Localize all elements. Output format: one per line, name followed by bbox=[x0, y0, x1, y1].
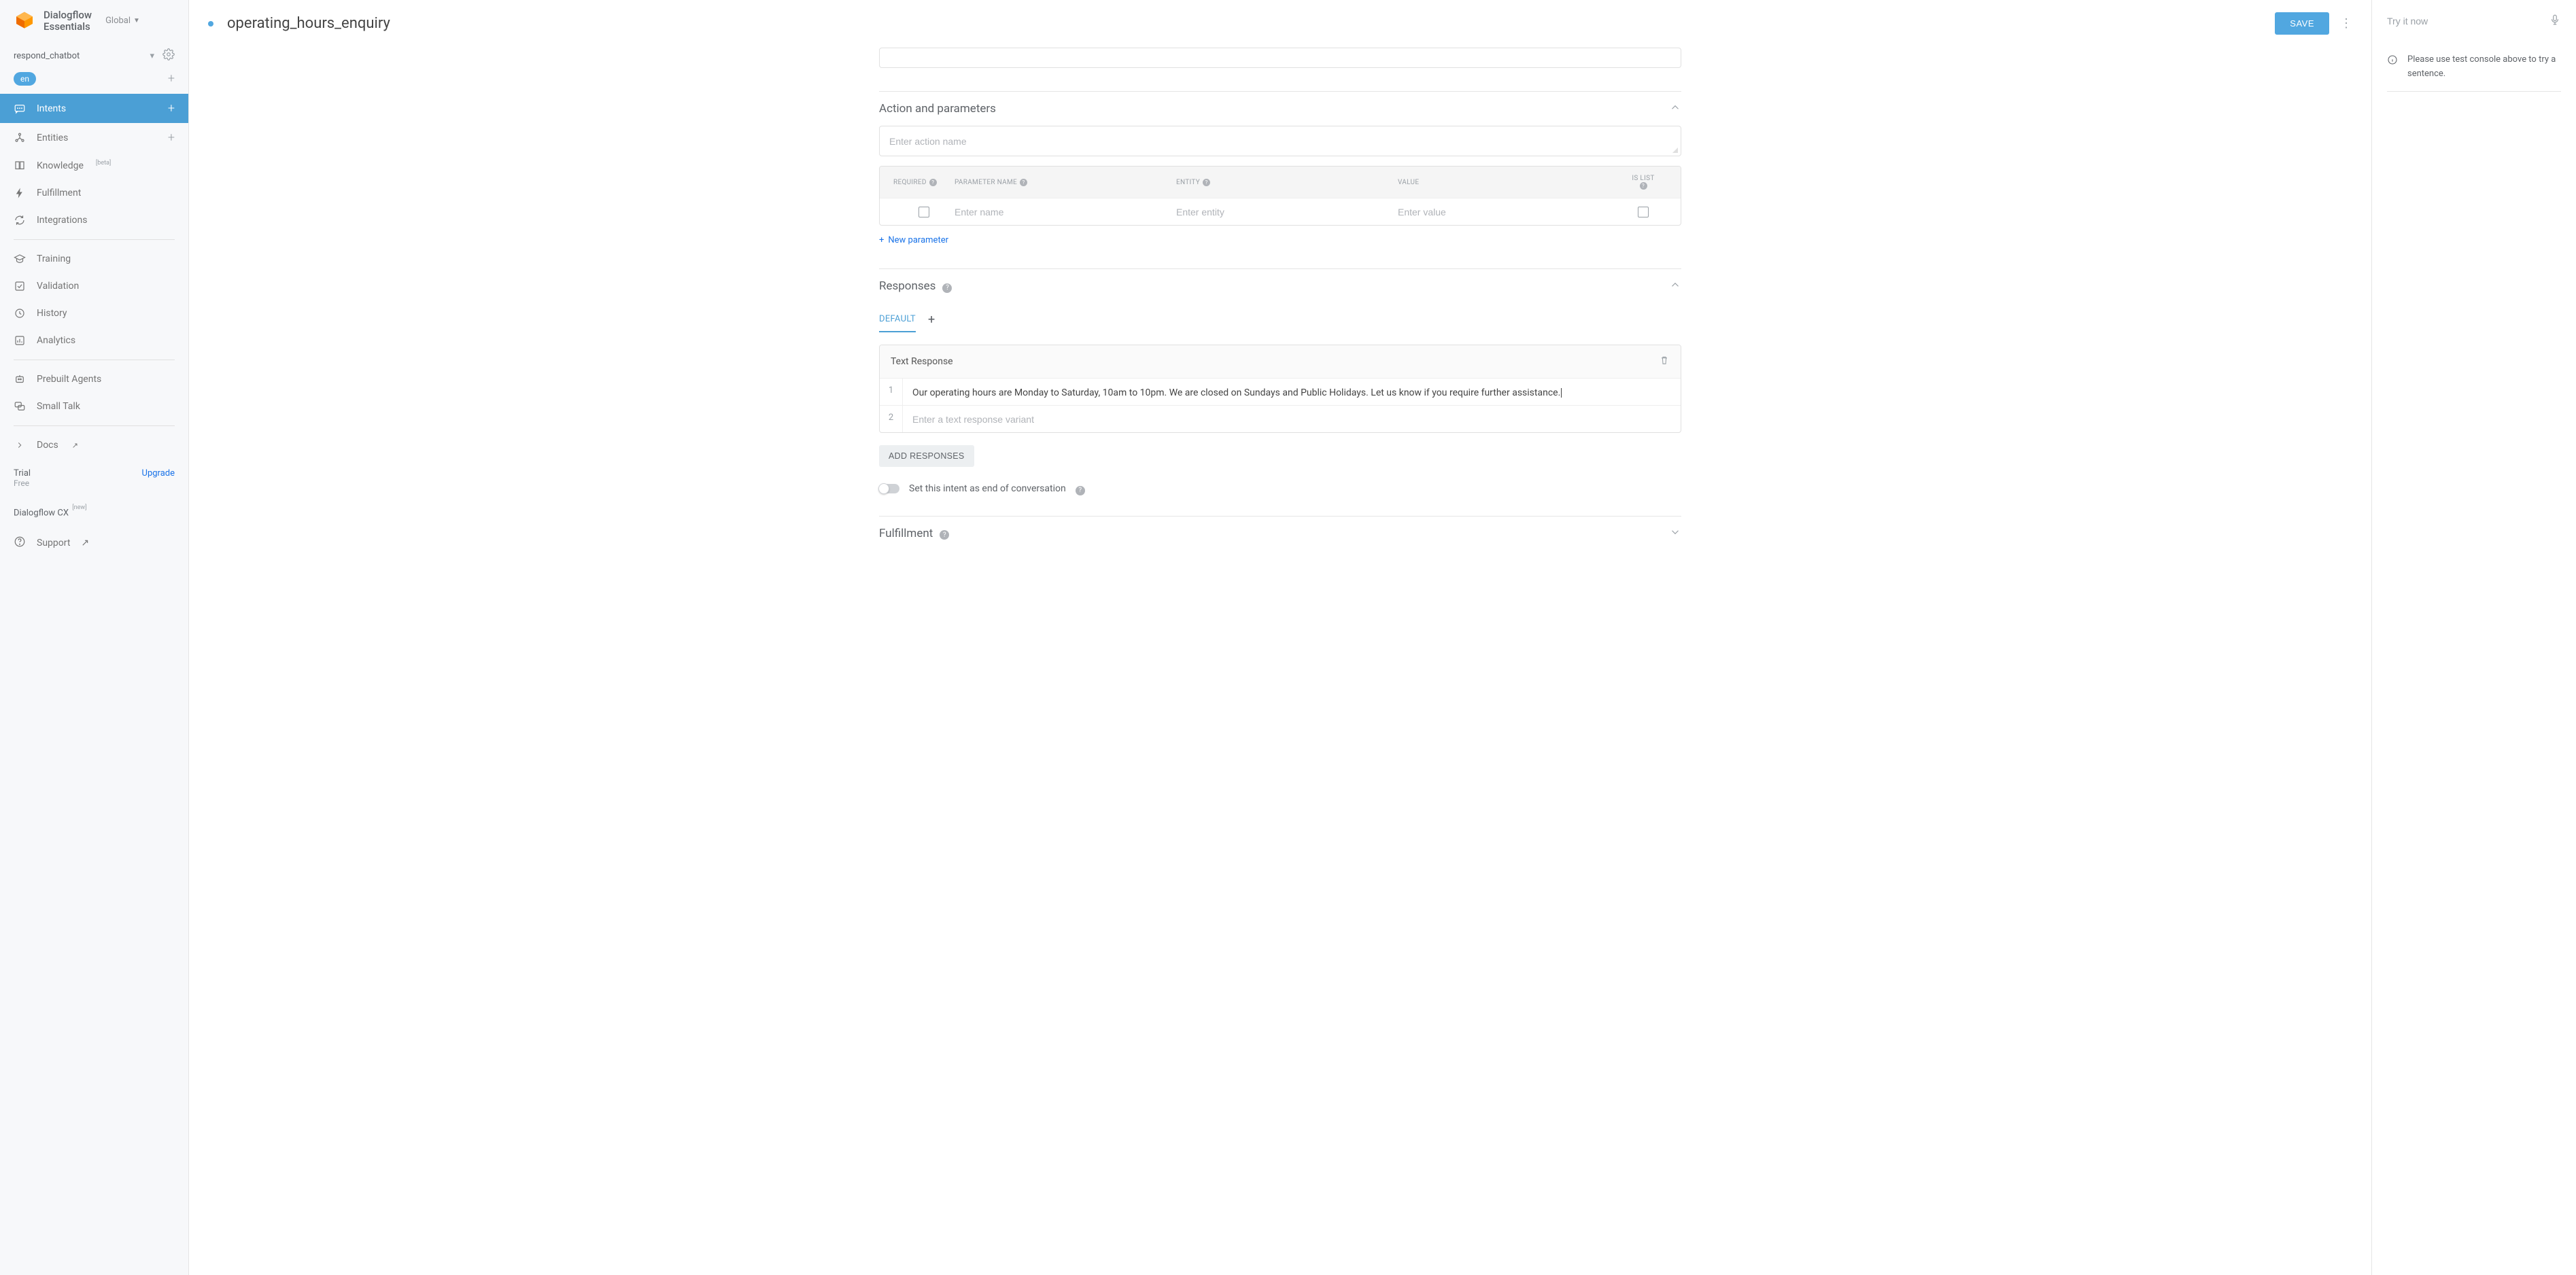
help-icon[interactable]: ? bbox=[929, 179, 937, 186]
action-name-input[interactable] bbox=[889, 136, 1671, 147]
param-name-input[interactable] bbox=[955, 207, 1176, 217]
responses-heading: Responses bbox=[879, 279, 935, 293]
text-response-row-1[interactable]: 1 Our operating hours are Monday to Satu… bbox=[880, 379, 1681, 406]
help-icon[interactable]: ? bbox=[940, 527, 949, 540]
test-console-hint: Please use test console above to try a s… bbox=[2407, 53, 2561, 82]
nav-analytics[interactable]: Analytics bbox=[0, 327, 188, 354]
collapse-icon[interactable] bbox=[1669, 279, 1681, 294]
beta-badge: [beta] bbox=[96, 160, 111, 167]
add-responses-button[interactable]: ADD RESPONSES bbox=[879, 445, 974, 467]
nav-validation[interactable]: Validation bbox=[0, 273, 188, 300]
row-number: 2 bbox=[880, 406, 903, 432]
more-menu-icon[interactable]: ⋮ bbox=[2340, 16, 2352, 31]
new-parameter-button[interactable]: + New parameter bbox=[879, 226, 948, 255]
robot-icon bbox=[14, 373, 26, 385]
params-header: REQUIRED? PARAMETER NAME? ENTITY? VALUE … bbox=[880, 167, 1681, 198]
nav-entities[interactable]: Entities + bbox=[0, 123, 188, 152]
chat-icon bbox=[14, 103, 26, 115]
help-circle-icon bbox=[14, 536, 26, 551]
training-phrases-card-partial[interactable] bbox=[879, 48, 1681, 68]
nav-prebuilt-agents[interactable]: Prebuilt Agents bbox=[0, 366, 188, 393]
agent-selector-caret-icon[interactable]: ▾ bbox=[150, 51, 154, 61]
global-selector[interactable]: Global ▼ bbox=[105, 16, 140, 26]
new-badge: [new] bbox=[72, 504, 86, 511]
collapse-icon[interactable] bbox=[1669, 101, 1681, 116]
chat-bubbles-icon bbox=[14, 400, 26, 413]
response-tab-default[interactable]: DEFAULT bbox=[879, 307, 916, 332]
nav-integrations[interactable]: Integrations bbox=[0, 207, 188, 234]
upgrade-link[interactable]: Upgrade bbox=[142, 468, 175, 478]
sync-icon bbox=[14, 214, 26, 226]
nav-history[interactable]: History bbox=[0, 300, 188, 327]
nav-support[interactable]: Support ↗ bbox=[0, 527, 188, 559]
nav-smalltalk[interactable]: Small Talk bbox=[0, 393, 188, 420]
action-name-field[interactable] bbox=[879, 126, 1681, 156]
clock-icon bbox=[14, 307, 26, 319]
sidebar: Dialogflow Essentials Global ▼ respond_c… bbox=[0, 0, 189, 1275]
text-response-variant-input[interactable] bbox=[912, 414, 1671, 425]
help-icon[interactable]: ? bbox=[1076, 482, 1085, 495]
action-parameters-heading: Action and parameters bbox=[879, 102, 996, 116]
param-entity-input[interactable] bbox=[1176, 207, 1398, 217]
end-of-conversation-toggle[interactable] bbox=[879, 484, 899, 493]
graduation-icon bbox=[14, 253, 26, 265]
add-response-platform-icon[interactable]: + bbox=[928, 313, 935, 327]
islist-checkbox[interactable] bbox=[1638, 207, 1649, 217]
text-cursor bbox=[1561, 388, 1562, 398]
param-value-input[interactable] bbox=[1398, 207, 1619, 217]
help-icon[interactable]: ? bbox=[1203, 179, 1210, 186]
fulfillment-heading: Fulfillment bbox=[879, 527, 933, 540]
unsaved-dot-icon bbox=[208, 21, 213, 27]
brand-title-2: Essentials bbox=[44, 21, 92, 33]
end-of-conversation-label: Set this intent as end of conversation bbox=[909, 483, 1066, 494]
try-it-now-input[interactable] bbox=[2387, 16, 2549, 27]
brand: Dialogflow Essentials Global ▼ bbox=[0, 0, 188, 41]
settings-gear-icon[interactable] bbox=[162, 48, 175, 63]
entities-icon bbox=[14, 132, 26, 144]
row-number: 1 bbox=[880, 379, 903, 405]
intent-title[interactable]: operating_hours_enquiry bbox=[227, 15, 2275, 32]
help-icon[interactable]: ? bbox=[942, 279, 952, 293]
param-row bbox=[880, 198, 1681, 225]
brand-title-1: Dialogflow bbox=[44, 10, 92, 21]
help-icon[interactable]: ? bbox=[1020, 179, 1027, 186]
intent-header: operating_hours_enquiry SAVE ⋮ bbox=[189, 0, 2371, 48]
trial-label: Trial bbox=[14, 468, 31, 478]
text-response-value[interactable]: Our operating hours are Monday to Saturd… bbox=[912, 387, 1560, 398]
agent-name: respond_chatbot bbox=[14, 51, 141, 61]
nav-training[interactable]: Training bbox=[0, 245, 188, 273]
dialogflow-cx-link[interactable]: Dialogflow CX [new] bbox=[0, 497, 188, 527]
text-response-row-2[interactable]: 2 bbox=[880, 406, 1681, 432]
trial-tier: Free bbox=[14, 478, 31, 488]
nav-fulfillment[interactable]: Fulfillment bbox=[0, 179, 188, 207]
plus-icon: + bbox=[879, 235, 884, 245]
delete-response-icon[interactable] bbox=[1659, 355, 1670, 368]
help-icon[interactable]: ? bbox=[1640, 182, 1647, 190]
check-icon bbox=[14, 280, 26, 292]
chevron-right-icon bbox=[14, 439, 26, 451]
required-checkbox[interactable] bbox=[918, 207, 929, 217]
bolt-icon bbox=[14, 187, 26, 199]
nav-intents[interactable]: Intents + bbox=[0, 94, 188, 123]
language-pill[interactable]: en bbox=[14, 72, 36, 86]
microphone-icon[interactable] bbox=[2549, 12, 2561, 30]
info-icon bbox=[2387, 54, 2398, 82]
test-panel: Please use test console above to try a s… bbox=[2372, 0, 2576, 1275]
text-response-label: Text Response bbox=[891, 356, 953, 367]
book-icon bbox=[14, 160, 26, 172]
expand-icon[interactable] bbox=[1669, 526, 1681, 541]
nav-knowledge[interactable]: Knowledge [beta] bbox=[0, 152, 188, 179]
add-intent-icon[interactable]: + bbox=[168, 101, 175, 116]
dialogflow-logo-icon bbox=[14, 10, 35, 32]
resize-handle-icon[interactable] bbox=[1671, 146, 1678, 153]
add-entity-icon[interactable]: + bbox=[168, 130, 175, 145]
caret-down-icon: ▼ bbox=[133, 17, 140, 24]
nav-docs[interactable]: Docs ↗ bbox=[0, 432, 188, 459]
external-link-icon: ↗ bbox=[72, 441, 78, 450]
chart-icon bbox=[14, 334, 26, 347]
external-link-icon: ↗ bbox=[81, 538, 89, 548]
save-button[interactable]: SAVE bbox=[2275, 12, 2329, 35]
add-language-icon[interactable]: + bbox=[168, 71, 175, 86]
